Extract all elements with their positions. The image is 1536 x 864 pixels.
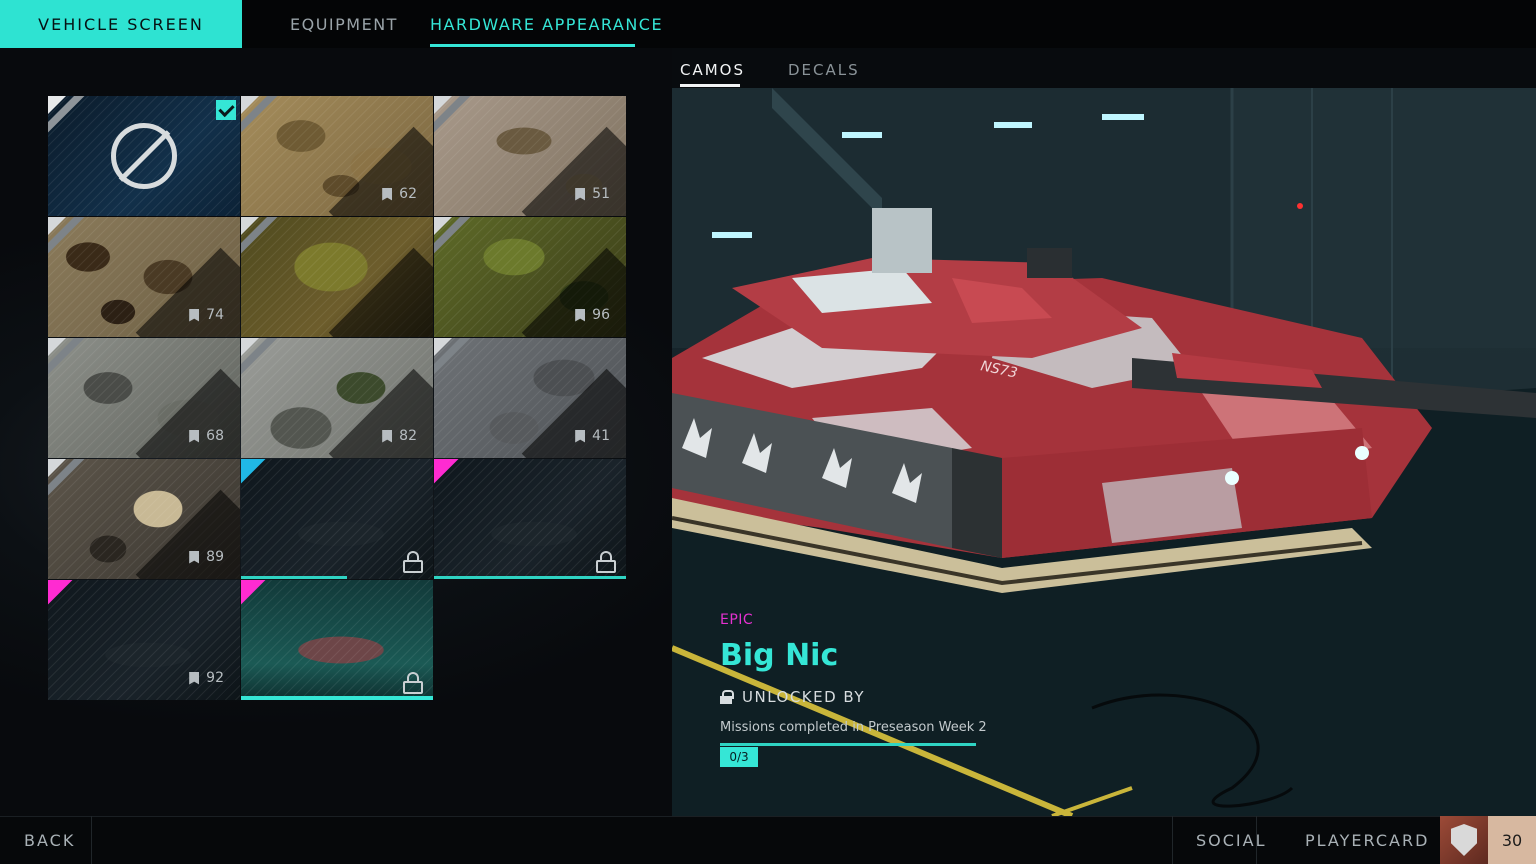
camo-tile[interactable]: 74 (48, 217, 240, 337)
tile-rarity-corner (48, 217, 88, 257)
unlock-label: UNLOCKED BY (742, 688, 866, 706)
ceiling-light (994, 122, 1032, 128)
camo-tile-none[interactable] (48, 96, 240, 216)
bookmark-icon (382, 187, 393, 201)
camo-tile[interactable]: 51 (434, 96, 626, 216)
back-button[interactable]: BACK (24, 831, 75, 850)
camo-count: 92 (189, 670, 224, 686)
tile-rarity-corner (241, 338, 281, 378)
camo-count: 68 (189, 428, 224, 444)
headlight (1225, 471, 1239, 485)
selection-indicator (241, 696, 433, 700)
tab-equipment[interactable]: EQUIPMENT (290, 15, 398, 34)
unlock-progress-line (434, 576, 626, 579)
bookmark-icon (189, 308, 200, 322)
tab-decals[interactable]: DECALS (788, 61, 860, 79)
equipped-check-icon (216, 100, 236, 120)
camo-count-value: 51 (592, 186, 610, 202)
camo-tile[interactable]: 89 (48, 459, 240, 579)
camo-tile-locked[interactable] (434, 459, 626, 579)
bookmark-icon (575, 308, 586, 322)
rarity-label: EPIC (720, 612, 754, 628)
vehicle-preview: NS73 (672, 88, 1536, 816)
lock-icon (720, 690, 734, 704)
unlock-progress-bar (720, 743, 976, 746)
camo-tile-locked[interactable] (241, 459, 433, 579)
camo-count-value: 41 (592, 428, 610, 444)
tile-rarity-corner (241, 217, 281, 257)
bookmark-icon (382, 429, 393, 443)
camo-tile[interactable]: 62 (241, 96, 433, 216)
camo-count: 89 (189, 549, 224, 565)
lock-icon (403, 672, 423, 694)
camo-count: 74 (189, 307, 224, 323)
camo-tile[interactable]: 68 (48, 338, 240, 458)
tank-hatch (1027, 248, 1072, 278)
tile-rarity-corner-epic (241, 580, 281, 620)
camo-count: 96 (575, 307, 610, 323)
no-camo-icon (111, 123, 177, 189)
camo-count-value: 62 (399, 186, 417, 202)
camo-count-value: 74 (206, 307, 224, 323)
camo-count: 51 (575, 186, 610, 202)
tile-rarity-corner (434, 217, 474, 257)
camo-count: 82 (382, 428, 417, 444)
tile-rarity-corner-epic (48, 580, 88, 620)
camo-tile[interactable]: 82 (241, 338, 433, 458)
camo-count: 41 (575, 428, 610, 444)
ceiling-light (1102, 114, 1144, 120)
tile-rarity-corner (48, 338, 88, 378)
bookmark-icon (189, 429, 200, 443)
ceiling-light (712, 232, 752, 238)
player-level: 30 (1488, 816, 1536, 864)
camo-grid: 62 51 74 96 68 82 41 89 92 (48, 96, 626, 700)
tile-rarity-corner-rare (241, 459, 281, 499)
unlock-progress-value: 0/3 (720, 747, 758, 767)
tab-vehicle-screen-label: VEHICLE SCREEN (38, 14, 204, 34)
lock-icon (403, 551, 423, 573)
unlock-progress-line (241, 576, 347, 579)
tile-rarity-corner (241, 96, 281, 136)
camo-tile[interactable]: 92 (48, 580, 240, 700)
bookmark-icon (575, 187, 586, 201)
tab-camos[interactable]: CAMOS (680, 61, 745, 79)
player-rank-badge-icon[interactable] (1440, 816, 1488, 864)
bookmark-icon (189, 671, 200, 685)
camo-tile[interactable]: 41 (434, 338, 626, 458)
unlock-header: UNLOCKED BY (720, 688, 865, 706)
active-subtab-underline (680, 84, 740, 87)
camo-count-value: 82 (399, 428, 417, 444)
red-light (1297, 203, 1303, 209)
camo-tile[interactable]: 96 (434, 217, 626, 337)
divider (1256, 816, 1257, 864)
tank-render: NS73 (672, 88, 1536, 816)
bookmark-icon (189, 550, 200, 564)
playercard-button[interactable]: PLAYERCARD (1305, 831, 1429, 850)
camo-name: Big Nic (720, 638, 839, 673)
camo-count-value: 96 (592, 307, 610, 323)
bookmark-icon (575, 429, 586, 443)
ceiling-light (842, 132, 882, 138)
unlock-description: Missions completed in Preseason Week 2 (720, 720, 987, 735)
tile-rarity-corner (48, 459, 88, 499)
headlight (1355, 446, 1369, 460)
lock-icon (596, 551, 616, 573)
divider (1172, 816, 1173, 864)
tab-vehicle-screen[interactable]: VEHICLE SCREEN (0, 0, 242, 48)
tank-sight (872, 208, 932, 273)
tile-rarity-corner-epic (434, 459, 474, 499)
camo-tile[interactable] (241, 217, 433, 337)
divider (91, 816, 92, 864)
camo-count-value: 92 (206, 670, 224, 686)
camo-count: 62 (382, 186, 417, 202)
tab-hardware-appearance[interactable]: HARDWARE APPEARANCE (430, 15, 663, 34)
tile-rarity-corner (434, 338, 474, 378)
tile-rarity-corner (48, 96, 88, 136)
camo-count-value: 89 (206, 549, 224, 565)
camo-count-value: 68 (206, 428, 224, 444)
camo-tile-selected-locked[interactable] (241, 580, 433, 700)
tile-rarity-corner (434, 96, 474, 136)
active-tab-underline (430, 44, 635, 47)
